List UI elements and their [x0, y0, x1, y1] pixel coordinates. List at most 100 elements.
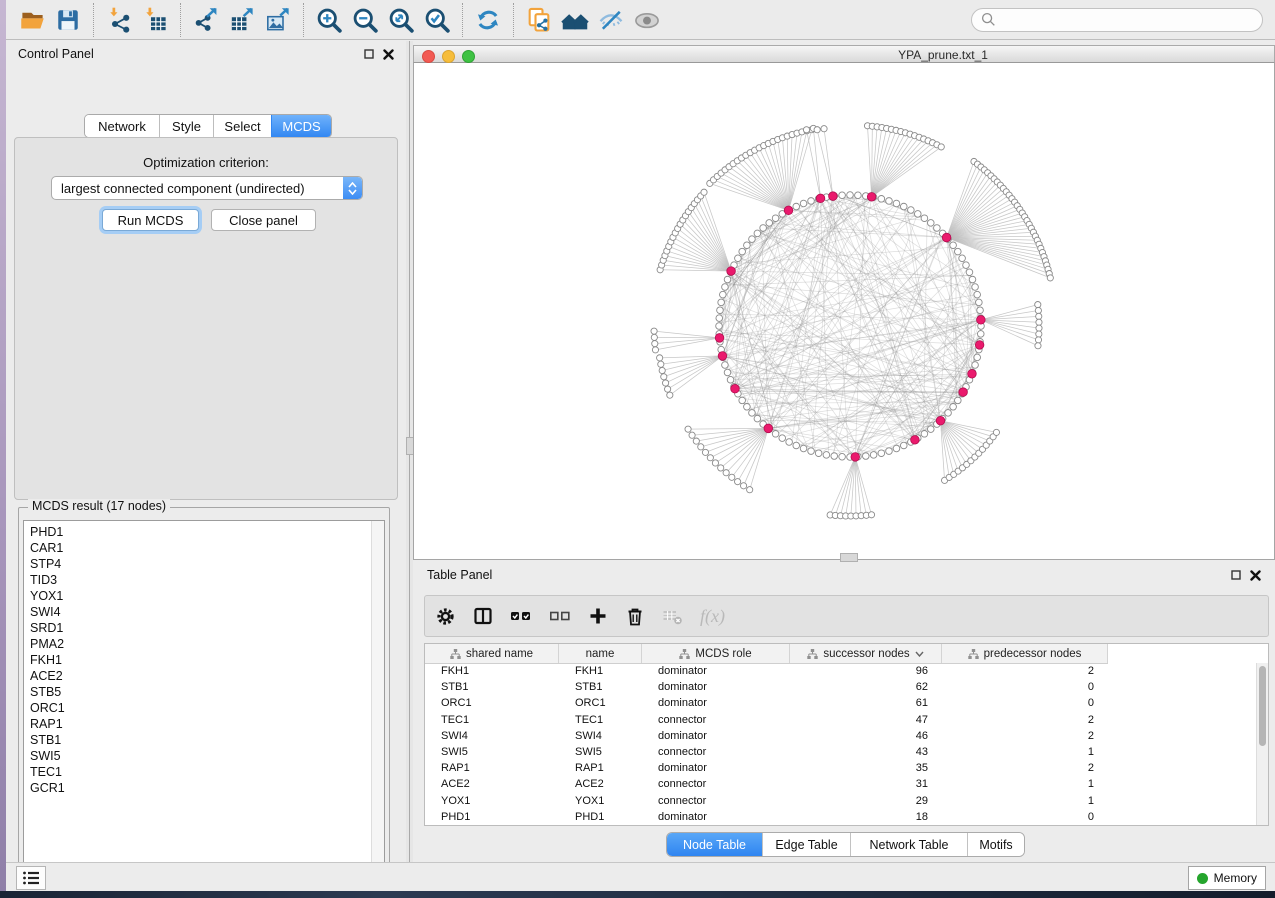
mcds-result-item[interactable]: YOX1	[24, 588, 372, 604]
table-scrollbar[interactable]	[1256, 663, 1268, 825]
close-panel-icon[interactable]	[383, 49, 394, 60]
export-network-button[interactable]	[188, 3, 224, 37]
tab-mcds[interactable]: MCDS	[271, 115, 331, 137]
panel-divider-vertical[interactable]	[406, 41, 413, 862]
mcds-result-item[interactable]: TID3	[24, 572, 372, 588]
open-file-button[interactable]	[14, 3, 50, 37]
column-header-name[interactable]: name	[559, 644, 642, 663]
tab-edge-table[interactable]: Edge Table	[762, 833, 850, 856]
mcds-result-item[interactable]: SRD1	[24, 620, 372, 636]
table-row[interactable]: RAP1RAP1dominator352	[425, 760, 1257, 776]
divider-grab-handle-horizontal[interactable]	[840, 553, 858, 562]
close-panel-icon[interactable]	[1250, 570, 1261, 581]
zoom-in-button[interactable]	[311, 3, 347, 37]
zoom-out-icon	[351, 6, 379, 34]
mcds-list-scrollbar[interactable]	[371, 521, 384, 874]
export-image-button[interactable]	[260, 3, 296, 37]
column-header-successor-nodes[interactable]: successor nodes	[790, 644, 942, 663]
mcds-result-item[interactable]: GCR1	[24, 780, 372, 796]
mcds-result-item[interactable]: SWI5	[24, 748, 372, 764]
table-row[interactable]: FKH1FKH1dominator962	[425, 663, 1257, 679]
tab-motifs[interactable]: Motifs	[967, 833, 1024, 856]
criterion-select[interactable]: largest connected component (undirected)	[51, 176, 363, 200]
add-column-icon[interactable]	[588, 606, 608, 626]
first-neighbors-button[interactable]	[557, 3, 593, 37]
gear-icon[interactable]	[435, 606, 456, 627]
float-panel-icon[interactable]	[1231, 570, 1241, 580]
search-input[interactable]	[1002, 12, 1253, 28]
node-table: shared name name MCDS role successor nod…	[424, 643, 1269, 826]
tree-icon	[679, 649, 690, 659]
table-row[interactable]: ACE2ACE2connector311	[425, 776, 1257, 792]
float-panel-icon[interactable]	[364, 49, 374, 59]
mcds-result-item[interactable]: RAP1	[24, 716, 372, 732]
function-builder-icon[interactable]: f(x)	[700, 606, 725, 627]
mcds-result-item[interactable]: ORC1	[24, 700, 372, 716]
mcds-result-item[interactable]: PMA2	[24, 636, 372, 652]
table-row[interactable]: SWI5SWI5connector431	[425, 744, 1257, 760]
hide-details-button[interactable]	[593, 3, 629, 37]
mcds-result-item[interactable]: ACE2	[24, 668, 372, 684]
mcds-result-item[interactable]: STB1	[24, 732, 372, 748]
network-graph[interactable]	[414, 63, 1274, 558]
table-panel-titlebar: Table Panel	[413, 562, 1275, 588]
mcds-result-item[interactable]: FKH1	[24, 652, 372, 668]
table-row[interactable]: STB1STB1dominator620	[425, 679, 1257, 695]
window-close-button[interactable]	[422, 50, 435, 63]
trash-icon[interactable]	[625, 606, 645, 627]
table-row[interactable]: ORC1ORC1dominator610	[425, 695, 1257, 711]
table-row[interactable]: SWI4SWI4dominator462	[425, 728, 1257, 744]
network-window-title: YPA_prune.txt_1	[898, 48, 988, 62]
criterion-value: largest connected component (undirected)	[52, 181, 343, 196]
window-zoom-button[interactable]	[462, 50, 475, 63]
table-row[interactable]: YOX1YOX1connector291	[425, 793, 1257, 809]
zoom-out-button[interactable]	[347, 3, 383, 37]
tab-select[interactable]: Select	[213, 115, 271, 137]
table-row[interactable]: PHD1PHD1dominator180	[425, 809, 1257, 825]
run-mcds-button[interactable]: Run MCDS	[102, 209, 199, 231]
duplicate-network-button[interactable]	[521, 3, 557, 37]
deselect-all-checkboxes-icon[interactable]	[549, 606, 571, 626]
task-history-button[interactable]	[16, 866, 46, 890]
search-box[interactable]	[971, 8, 1263, 32]
column-header-shared-name[interactable]: shared name	[425, 644, 559, 663]
mcds-result-item[interactable]: STP4	[24, 556, 372, 572]
save-session-button[interactable]	[50, 3, 86, 37]
table-panel-title: Table Panel	[427, 568, 492, 582]
select-stepper-icon	[343, 177, 362, 199]
split-view-icon[interactable]	[473, 606, 493, 626]
import-network-button[interactable]	[101, 3, 137, 37]
zoom-fit-button[interactable]	[383, 3, 419, 37]
column-header-predecessor-nodes[interactable]: predecessor nodes	[942, 644, 1108, 663]
export-table-icon	[229, 6, 256, 33]
column-header-mcds-role[interactable]: MCDS role	[642, 644, 790, 663]
control-panel: Control Panel Network Style Select MCDS …	[6, 41, 406, 862]
table-row[interactable]: TEC1TEC1connector472	[425, 712, 1257, 728]
close-panel-button[interactable]: Close panel	[211, 209, 316, 231]
mcds-result-list[interactable]: PHD1CAR1STP4TID3YOX1SWI4SRD1PMA2FKH1ACE2…	[23, 520, 385, 875]
network-canvas[interactable]	[413, 63, 1275, 560]
export-table-button[interactable]	[224, 3, 260, 37]
window-minimize-button[interactable]	[442, 50, 455, 63]
select-all-checkboxes-icon[interactable]	[510, 606, 532, 626]
zoom-selected-button[interactable]	[419, 3, 455, 37]
show-details-button[interactable]	[629, 3, 665, 37]
mcds-result-item[interactable]: CAR1	[24, 540, 372, 556]
search-icon	[981, 12, 996, 27]
tab-style[interactable]: Style	[159, 115, 213, 137]
refresh-view-button[interactable]	[470, 3, 506, 37]
mcds-result-item[interactable]: TEC1	[24, 764, 372, 780]
import-table-button[interactable]	[137, 3, 173, 37]
delete-table-icon[interactable]	[662, 607, 683, 626]
tab-node-table[interactable]: Node Table	[667, 833, 762, 856]
houses-icon	[561, 6, 589, 34]
mcds-result-item[interactable]: STB5	[24, 684, 372, 700]
tab-network-table[interactable]: Network Table	[850, 833, 967, 856]
mcds-result-item[interactable]: SWI4	[24, 604, 372, 620]
save-icon	[55, 7, 81, 33]
mcds-result-item[interactable]: PHD1	[24, 524, 372, 540]
tab-network[interactable]: Network	[85, 115, 159, 137]
open-folder-icon	[19, 6, 46, 33]
table-scrollbar-thumb[interactable]	[1259, 666, 1266, 746]
memory-button[interactable]: Memory	[1188, 866, 1266, 890]
